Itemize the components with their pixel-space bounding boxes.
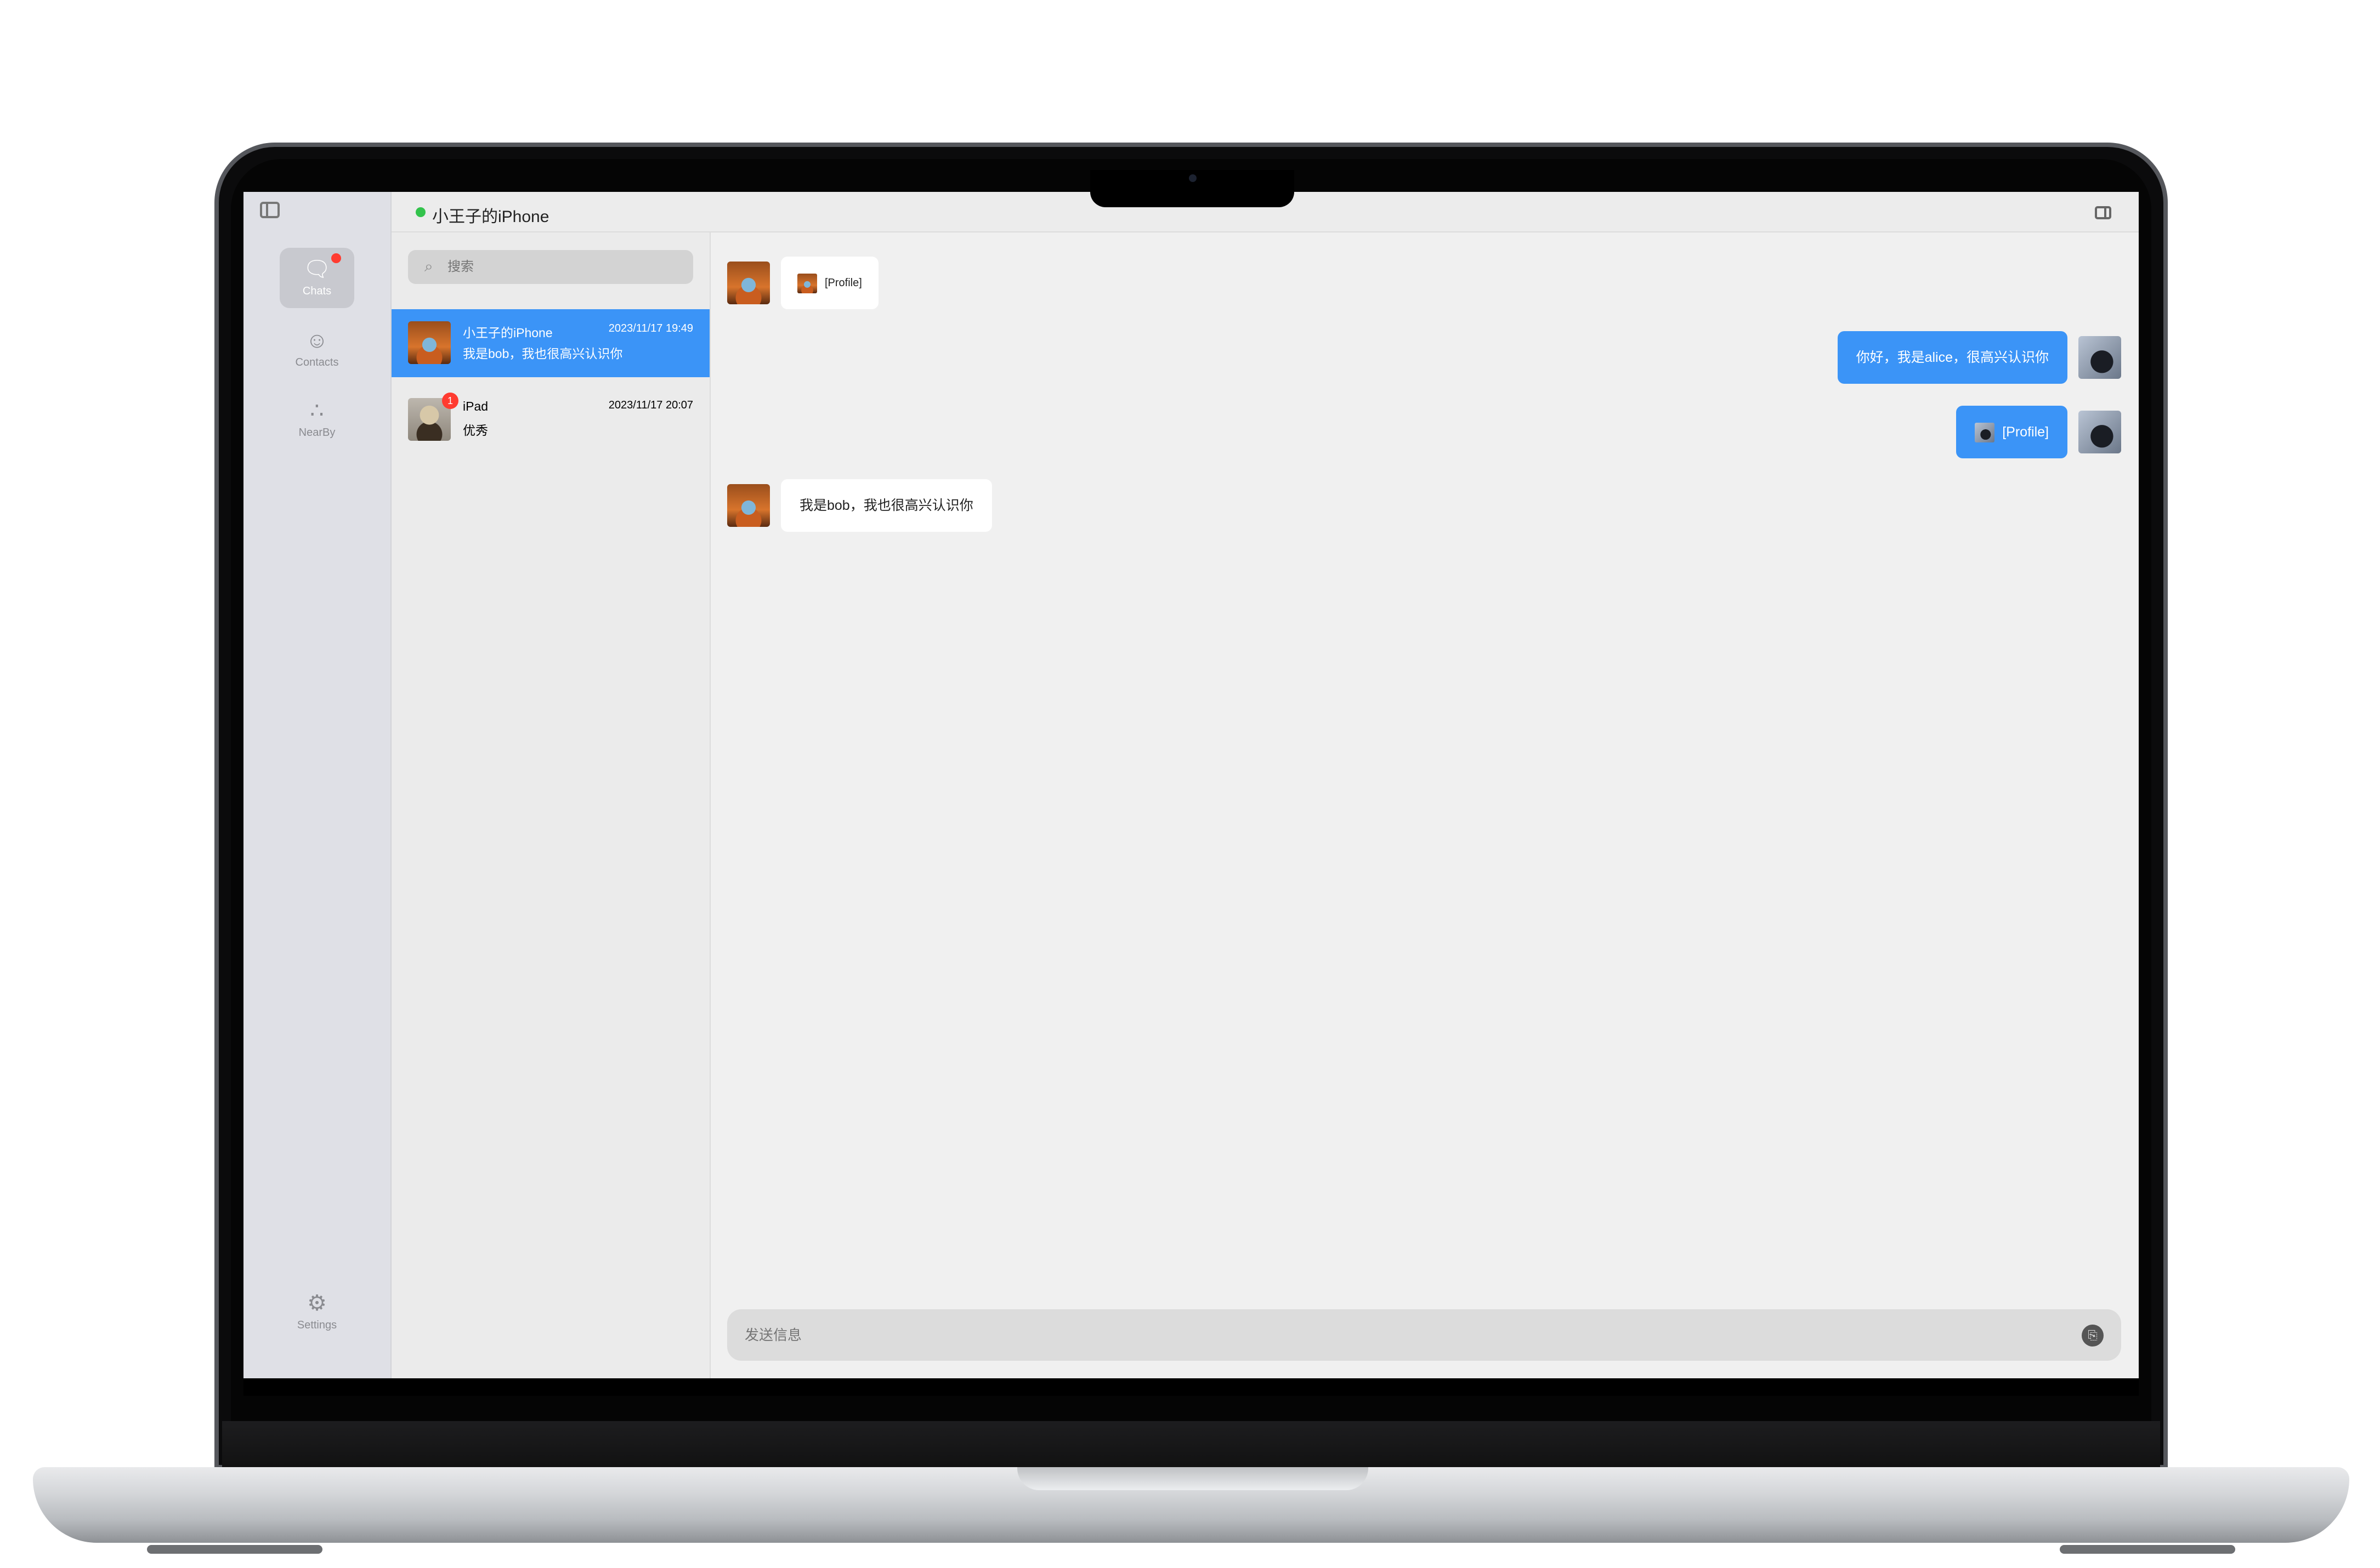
message-outgoing: 你好，我是alice，很高兴认识你: [1837, 331, 2121, 384]
message-bubble[interactable]: [Profile]: [781, 257, 879, 309]
chat-time: 2023/11/17 19:49: [608, 322, 693, 334]
chat-list-panel: ⌕ 小王子的iPhone 2023/11/17 19:49 我是bob，我也很高…: [392, 232, 711, 1378]
settings-icon: ⚙: [307, 1291, 327, 1315]
chat-name: 小王子的iPhone: [463, 326, 553, 340]
profile-thumbnail: [797, 273, 817, 293]
chat-preview: 优秀: [463, 423, 488, 438]
profile-thumbnail: [1975, 423, 1995, 443]
right-panel-toggle-icon[interactable]: [2095, 206, 2111, 219]
contacts-icon: ☺: [305, 328, 328, 353]
rail-item-nearby[interactable]: ∴ NearBy: [280, 389, 354, 450]
message-thread: [Profile] 你好，我是alice，很高兴认识你 [Profile] 我是…: [711, 232, 2139, 1378]
search-input[interactable]: [447, 257, 678, 277]
avatar[interactable]: [2078, 336, 2121, 379]
avatar: [408, 321, 451, 364]
rail-item-contacts[interactable]: ☺ Contacts: [280, 319, 354, 379]
message-outgoing: [Profile]: [1956, 406, 2121, 458]
message-input[interactable]: [745, 1323, 2061, 1347]
laptop-hinge: [222, 1421, 2160, 1470]
nearby-icon: ∴: [310, 399, 324, 423]
chat-row[interactable]: 1 iPad 2023/11/17 20:07 优秀: [392, 386, 710, 454]
window-title: 小王子的iPhone: [432, 208, 549, 226]
rail-item-chats[interactable]: 🗨 Chats: [280, 248, 354, 308]
laptop-foot: [2060, 1545, 2235, 1554]
screen-bezel-bottom: [243, 1378, 2139, 1396]
attachment-icon[interactable]: ⎘: [2082, 1325, 2104, 1347]
search-box[interactable]: ⌕: [408, 250, 693, 284]
laptop-foot: [147, 1545, 322, 1554]
chat-row[interactable]: 小王子的iPhone 2023/11/17 19:49 我是bob，我也很高兴认…: [392, 309, 710, 377]
online-status-dot: [416, 207, 426, 217]
message-bubble[interactable]: 我是bob，我也很高兴认识你: [781, 479, 992, 532]
chats-unread-dot: [331, 253, 341, 263]
chat-time: 2023/11/17 20:07: [608, 399, 693, 411]
avatar[interactable]: [2078, 411, 2121, 453]
laptop-thumb-cutout: [1017, 1467, 1368, 1490]
chat-name: iPad: [463, 399, 489, 413]
sidebar-toggle-icon[interactable]: [260, 202, 280, 218]
message-composer: ⎘: [727, 1309, 2121, 1361]
chat-preview: 我是bob，我也很高兴认识你: [463, 346, 623, 361]
search-icon: ⌕: [424, 258, 433, 275]
message-incoming: 我是bob，我也很高兴认识你: [727, 479, 992, 532]
rail-item-settings[interactable]: ⚙ Settings: [280, 1282, 354, 1342]
message-incoming: [Profile]: [727, 257, 879, 309]
avatar[interactable]: [727, 262, 770, 304]
message-bubble[interactable]: [Profile]: [1956, 406, 2067, 458]
message-bubble[interactable]: 你好，我是alice，很高兴认识你: [1837, 331, 2067, 384]
app-window: 🗨 Chats ☺ Contacts ∴ NearBy ⚙ Settings 小…: [243, 192, 2139, 1378]
avatar[interactable]: [727, 484, 770, 527]
sidebar-rail: 🗨 Chats ☺ Contacts ∴ NearBy ⚙ Settings: [243, 192, 392, 1378]
unread-badge: 1: [442, 393, 458, 409]
camera-icon: [1189, 174, 1197, 182]
chat-bubble-icon: 🗨: [303, 257, 331, 281]
